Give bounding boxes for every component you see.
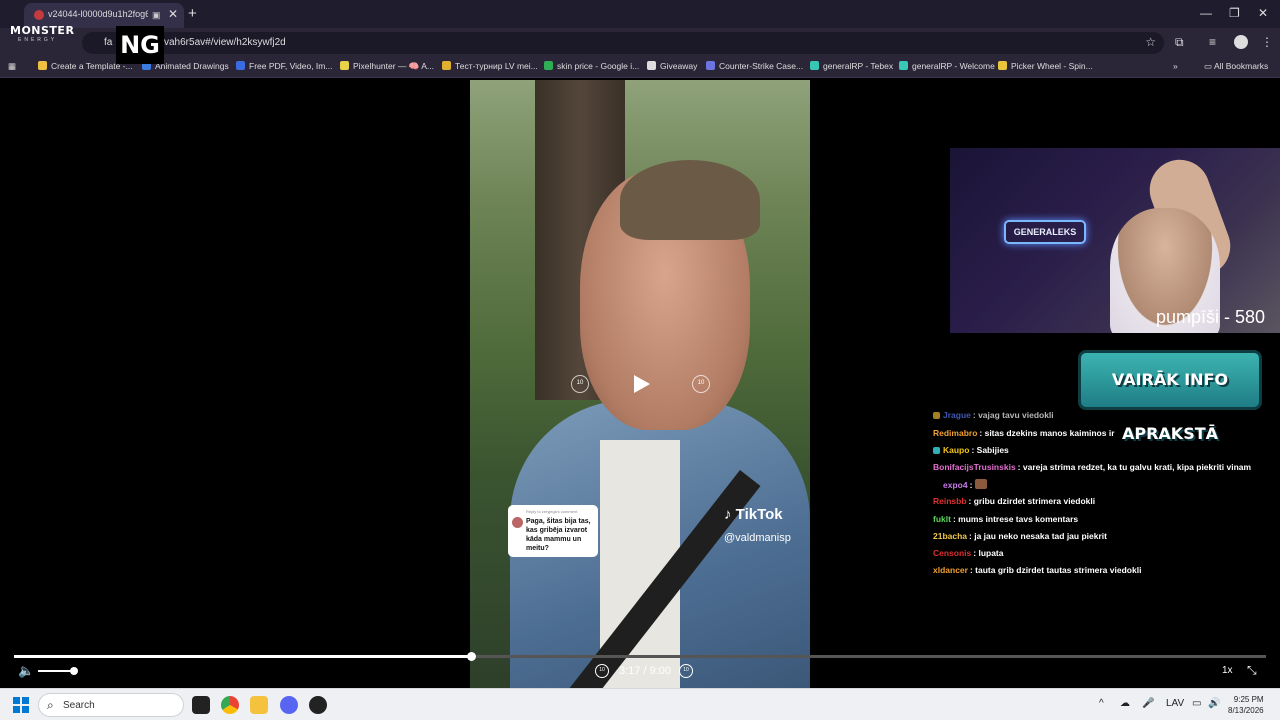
forward-10-icon[interactable]: 10 xyxy=(679,664,693,678)
task-view-icon[interactable] xyxy=(192,696,210,714)
goal-counter: pumpīši - 580 xyxy=(1156,307,1266,327)
extensions-icon[interactable]: ⧉ xyxy=(1175,35,1184,50)
bookmark-favicon-icon xyxy=(340,61,349,70)
bookmark-item[interactable]: Free PDF, Video, Im... xyxy=(236,61,332,71)
bookmark-favicon-icon xyxy=(998,61,1007,70)
tiktok-reply-sticker: Reply to zeryjega's comment Paga, šitas … xyxy=(508,505,598,557)
restore-icon[interactable]: ❐ xyxy=(1229,6,1240,20)
chat-badge-icon xyxy=(933,447,940,454)
chat-badge-icon xyxy=(933,412,940,419)
language-indicator[interactable]: LAV xyxy=(1166,698,1184,709)
rewind-10-icon[interactable]: 10 xyxy=(571,375,589,393)
tiktok-logo-icon: ♪ xyxy=(724,506,736,523)
chat-message: expo4: xyxy=(933,479,990,490)
apps-icon[interactable]: ▦ xyxy=(8,61,16,72)
volume-handle[interactable] xyxy=(70,667,78,675)
bookmarks-bar: ▦ Create a Template -... Animated Drawin… xyxy=(0,56,1280,78)
person-hair xyxy=(620,160,760,240)
chat-message: BonifacijsTrusinskis: vareja strima redz… xyxy=(933,462,1252,472)
forward-10-icon[interactable]: 10 xyxy=(692,375,710,393)
tiktok-username: @valdmanisp xyxy=(724,532,791,544)
toolbar: fa vah6r5av#/view/h2ksywfj2d ☆ xyxy=(0,28,1280,56)
playback-speed-button[interactable]: 1x xyxy=(1222,665,1233,676)
cloud-icon[interactable]: ☁ xyxy=(1120,698,1130,709)
microphone-icon[interactable]: 🎤 xyxy=(1142,698,1154,709)
address-bar[interactable]: fa vah6r5av#/view/h2ksywfj2d ☆ xyxy=(82,32,1164,54)
reply-caption: Reply to zeryjega's comment xyxy=(526,509,578,514)
bookmark-item[interactable]: Counter-Strike Case... xyxy=(706,61,803,71)
bookmark-favicon-icon xyxy=(544,61,553,70)
ng-logo: NG xyxy=(116,26,164,64)
media-controls-icon[interactable]: ≡ xyxy=(1209,35,1216,49)
close-window-icon[interactable]: ✕ xyxy=(1258,6,1268,20)
progress-fill xyxy=(14,655,471,658)
tray-chevron-icon[interactable]: ^ xyxy=(1099,698,1104,709)
tab-title: v24044-l0000d9u1h2fog65 xyxy=(48,9,148,19)
bookmark-item[interactable]: Picker Wheel - Spin... xyxy=(998,61,1093,71)
profile-avatar[interactable] xyxy=(1234,35,1248,49)
search-label: Search xyxy=(63,700,95,711)
folder-icon: ▭ xyxy=(1204,61,1214,71)
windows-taskbar: ⌕ Search ^ ☁ 🎤 LAV ▭ 🔊 9:25 PM 8/13/2026 xyxy=(0,688,1280,720)
volume-slider[interactable] xyxy=(38,670,74,672)
volume-icon[interactable]: 🔈 xyxy=(18,663,34,679)
bookmark-favicon-icon xyxy=(899,61,908,70)
bookmark-star-icon[interactable]: ☆ xyxy=(1145,35,1156,49)
url-prefix: fa xyxy=(104,37,113,48)
chat-message: Redimabro: sitas dzekins manos kaiminos … xyxy=(933,428,1115,438)
chat-message: fuklt: mums intrese tavs komentars xyxy=(933,514,1079,524)
bookmark-favicon-icon xyxy=(706,61,715,70)
bookmark-favicon-icon xyxy=(810,61,819,70)
chat-message: Kaupo: Sabijies xyxy=(933,445,1009,455)
bookmark-item[interactable]: Тест-турнир LV mei... xyxy=(442,61,538,71)
obs-icon[interactable] xyxy=(309,696,327,714)
playback-time: 3:17 / 9:00 xyxy=(619,665,671,677)
play-icon[interactable] xyxy=(630,373,652,395)
tab-strip: v24044-l0000d9u1h2fog65 ▣ ✕ + — ❐ ✕ xyxy=(0,0,1280,28)
bookmark-item[interactable]: Giveaway xyxy=(647,61,697,71)
network-icon[interactable]: ▭ xyxy=(1192,698,1201,709)
bookmark-item[interactable]: generalRP - Welcome xyxy=(899,61,995,71)
neon-sign: GENERALEKS xyxy=(1004,220,1086,244)
system-clock[interactable]: 9:25 PM 8/13/2026 xyxy=(1228,694,1264,716)
more-bookmarks-icon[interactable]: » xyxy=(1173,61,1178,71)
tiktok-watermark: ♪ TikTok xyxy=(724,506,783,523)
all-bookmarks-folder[interactable]: ▭ All Bookmarks xyxy=(1204,61,1268,72)
progress-handle[interactable] xyxy=(467,652,476,661)
bookmark-favicon-icon xyxy=(38,61,47,70)
taskbar-search[interactable]: ⌕ Search xyxy=(38,693,184,717)
chat-message: 21bacha: ja jau neko nesaka tad jau piek… xyxy=(933,531,1107,541)
bookmark-favicon-icon xyxy=(647,61,656,70)
monster-energy-logo: MONSTER ENERGY xyxy=(10,24,75,43)
streamer-webcam: GENERALEKS xyxy=(950,148,1280,333)
chat-message: Censonis: lupata xyxy=(933,548,1004,558)
discord-icon[interactable] xyxy=(280,696,298,714)
new-tab-button[interactable]: + xyxy=(188,5,197,22)
bookmark-item[interactable]: skin price - Google i... xyxy=(544,61,639,71)
tab-cast-icon: ▣ xyxy=(152,10,161,20)
menu-icon[interactable]: ⋮ xyxy=(1261,35,1273,49)
speaker-icon[interactable]: 🔊 xyxy=(1208,698,1220,709)
reply-comment-text: Paga, šitas bija tas, kas gribēja izvaro… xyxy=(526,518,591,552)
minimize-icon[interactable]: — xyxy=(1200,6,1212,20)
bookmark-item[interactable]: generalRP - Tebex xyxy=(810,61,893,71)
close-tab-icon[interactable]: ✕ xyxy=(168,7,178,21)
search-icon: ⌕ xyxy=(47,698,54,712)
url-text[interactable]: vah6r5av#/view/h2ksywfj2d xyxy=(164,37,286,48)
tab-favicon-icon xyxy=(34,10,44,20)
rewind-10-icon[interactable]: 10 xyxy=(595,664,609,678)
bookmark-favicon-icon xyxy=(236,61,245,70)
info-banner: VAIRĀK INFO APRAKSTĀ xyxy=(1078,350,1262,443)
file-explorer-icon[interactable] xyxy=(250,696,268,714)
bookmark-item[interactable]: Pixelhunter — 🧠 A... xyxy=(340,61,434,72)
chat-message: xldancer: tauta grib dzirdet tautas stri… xyxy=(933,565,1142,575)
start-button[interactable] xyxy=(13,697,29,713)
chrome-icon[interactable] xyxy=(221,696,239,714)
exit-fullscreen-icon[interactable]: ⤡ xyxy=(1247,663,1257,678)
chat-message: Jrague: vajag tavu viedokli xyxy=(933,410,1054,420)
emote-icon xyxy=(974,479,987,489)
chat-message: Reinsbb: gribu dzirdet strimera viedokli xyxy=(933,496,1096,506)
bookmark-favicon-icon xyxy=(442,61,451,70)
commenter-avatar xyxy=(512,517,523,528)
